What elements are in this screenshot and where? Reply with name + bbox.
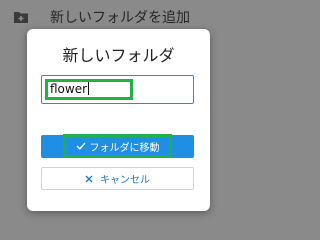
close-icon: [85, 175, 93, 183]
dialog-title: 新しいフォルダ: [62, 46, 175, 65]
new-folder-dialog: 新しいフォルダ flower フォルダに移動 キャンセル: [27, 29, 210, 211]
check-icon: [76, 142, 86, 150]
folder-name-field[interactable]: flower: [41, 75, 194, 104]
folder-name-value: flower: [50, 82, 88, 96]
cancel-label: キャンセル: [100, 175, 150, 186]
cancel-button[interactable]: キャンセル: [41, 167, 194, 190]
move-to-folder-button[interactable]: フォルダに移動: [41, 134, 194, 158]
move-to-folder-button-content[interactable]: フォルダに移動: [63, 134, 172, 158]
add-folder-label: 新しいフォルダを追加: [50, 10, 190, 26]
folder-name-input[interactable]: flower: [45, 79, 133, 100]
move-to-folder-label: フォルダに移動: [89, 142, 160, 154]
folder-add-icon: [14, 11, 28, 23]
text-caret: [88, 82, 90, 95]
